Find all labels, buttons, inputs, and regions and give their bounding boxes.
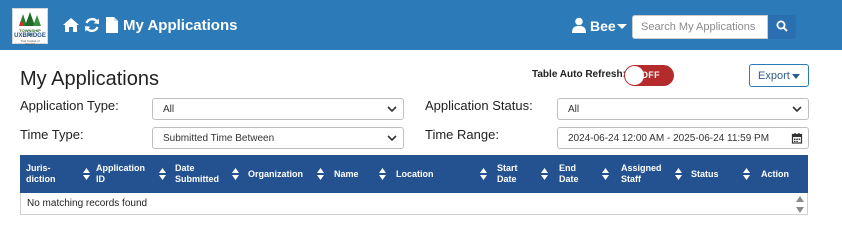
search-button[interactable] [768, 15, 796, 39]
search-input[interactable] [632, 15, 768, 39]
empty-message: No matching records found [27, 198, 148, 209]
application-status-select[interactable]: All [557, 98, 809, 120]
sort-icon[interactable] [675, 168, 682, 180]
application-status-value: All [568, 104, 580, 115]
sort-icon[interactable] [379, 168, 386, 180]
sort-icon[interactable] [541, 168, 548, 180]
time-type-value: Submitted Time Between [163, 133, 275, 144]
time-type-label: Time Type: [20, 127, 84, 142]
application-status-label: Application Status: [425, 98, 533, 113]
column-header[interactable]: Date Submitted [175, 155, 233, 193]
chevron-down-icon [387, 135, 397, 142]
search-icon [776, 20, 788, 32]
home-icon[interactable] [62, 16, 80, 34]
export-label: Export [758, 70, 790, 82]
table-body: No matching records found [20, 193, 808, 215]
column-header[interactable]: Application ID [96, 155, 160, 193]
column-header[interactable]: Organization [248, 155, 318, 193]
sort-icon[interactable] [83, 168, 90, 180]
time-range-value: 2024-06-24 12:00 AM - 2025-06-24 11:59 P… [568, 133, 770, 144]
user-icon[interactable] [572, 17, 586, 33]
table-header: Juris- diction Application ID Date Submi… [20, 155, 808, 193]
chevron-down-icon [792, 74, 800, 79]
nav-title: My Applications [123, 17, 238, 34]
column-header[interactable]: Location [396, 155, 492, 193]
chevron-down-icon [387, 106, 397, 113]
sort-icon[interactable] [232, 168, 239, 180]
column-header[interactable]: Start Date [497, 155, 541, 193]
column-header[interactable]: Assigned Staff [621, 155, 673, 193]
scroll-down-icon[interactable] [796, 207, 804, 213]
time-range-picker[interactable]: 2024-06-24 12:00 AM - 2025-06-24 11:59 P… [557, 127, 809, 149]
column-header[interactable]: Status [691, 155, 741, 193]
sort-icon[interactable] [602, 168, 609, 180]
column-header[interactable]: End Date [559, 155, 599, 193]
user-menu-label[interactable]: Bee [590, 18, 616, 34]
sort-icon[interactable] [743, 168, 750, 180]
chevron-down-icon[interactable] [617, 24, 627, 29]
logo-trees-icon [19, 12, 41, 26]
auto-refresh-toggle[interactable]: OFF [624, 65, 674, 86]
logo-line3: Trail Capital of Canada [20, 39, 40, 46]
column-header[interactable]: Name [334, 155, 380, 193]
page-title: My Applications [20, 68, 159, 90]
time-type-select[interactable]: Submitted Time Between [152, 127, 404, 149]
township-logo[interactable]: TOWNSHIP OF UXBRIDGE Trail Capital of Ca… [12, 8, 48, 46]
application-type-select[interactable]: All [152, 98, 404, 120]
toggle-state: OFF [641, 70, 660, 80]
sort-icon[interactable] [317, 168, 324, 180]
file-icon [106, 17, 118, 33]
scroll-up-icon[interactable] [796, 196, 804, 202]
calendar-icon [791, 133, 803, 144]
time-range-label: Time Range: [425, 127, 499, 142]
top-navbar: TOWNSHIP OF UXBRIDGE Trail Capital of Ca… [0, 0, 842, 50]
application-type-value: All [163, 104, 175, 115]
export-button[interactable]: Export [749, 64, 809, 87]
refresh-icon[interactable] [83, 16, 101, 34]
chevron-down-icon [792, 106, 802, 113]
sort-icon[interactable] [480, 168, 487, 180]
auto-refresh-label: Table Auto Refresh: [532, 69, 626, 80]
column-header[interactable]: Juris- diction [26, 155, 84, 193]
application-type-label: Application Type: [20, 98, 119, 113]
sort-icon[interactable] [159, 168, 166, 180]
column-header: Action [761, 168, 789, 179]
